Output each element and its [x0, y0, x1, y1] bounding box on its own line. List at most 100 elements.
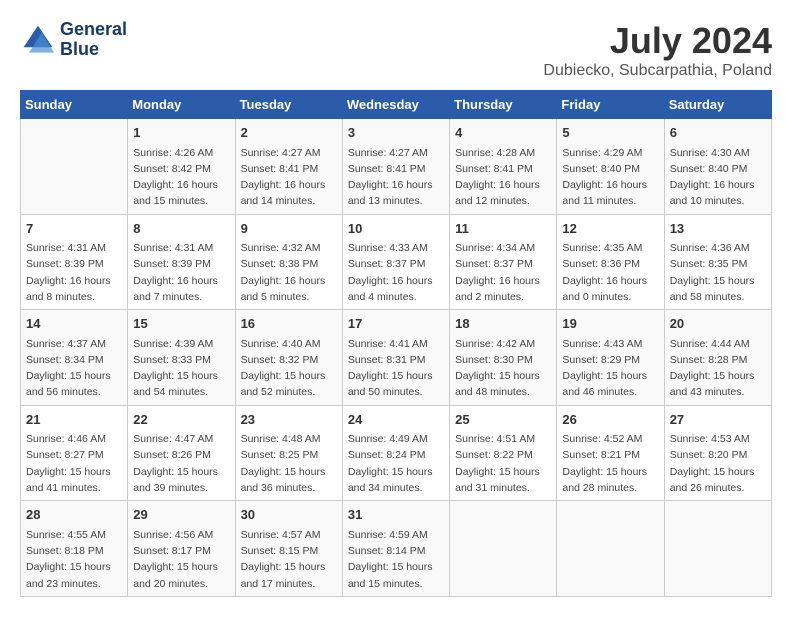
header-day-saturday: Saturday: [664, 91, 771, 119]
day-number: 19: [562, 314, 658, 334]
day-info: Sunrise: 4:34 AM Sunset: 8:37 PM Dayligh…: [455, 240, 551, 305]
calendar-cell: 18Sunrise: 4:42 AM Sunset: 8:30 PM Dayli…: [450, 310, 557, 406]
day-number: 26: [562, 410, 658, 430]
calendar-cell: 21Sunrise: 4:46 AM Sunset: 8:27 PM Dayli…: [21, 405, 128, 501]
calendar-cell: 6Sunrise: 4:30 AM Sunset: 8:40 PM Daylig…: [664, 119, 771, 215]
header-day-monday: Monday: [128, 91, 235, 119]
calendar-body: 1Sunrise: 4:26 AM Sunset: 8:42 PM Daylig…: [21, 119, 772, 597]
week-row-1: 1Sunrise: 4:26 AM Sunset: 8:42 PM Daylig…: [21, 119, 772, 215]
header-day-wednesday: Wednesday: [342, 91, 449, 119]
calendar-cell: 23Sunrise: 4:48 AM Sunset: 8:25 PM Dayli…: [235, 405, 342, 501]
day-info: Sunrise: 4:35 AM Sunset: 8:36 PM Dayligh…: [562, 240, 658, 305]
calendar-cell: 31Sunrise: 4:59 AM Sunset: 8:14 PM Dayli…: [342, 501, 449, 597]
day-number: 29: [133, 505, 229, 525]
day-info: Sunrise: 4:39 AM Sunset: 8:33 PM Dayligh…: [133, 336, 229, 401]
day-number: 30: [241, 505, 337, 525]
day-info: Sunrise: 4:48 AM Sunset: 8:25 PM Dayligh…: [241, 431, 337, 496]
day-number: 5: [562, 123, 658, 143]
day-number: 13: [670, 219, 766, 239]
day-number: 3: [348, 123, 444, 143]
day-info: Sunrise: 4:30 AM Sunset: 8:40 PM Dayligh…: [670, 145, 766, 210]
day-number: 10: [348, 219, 444, 239]
day-number: 17: [348, 314, 444, 334]
day-number: 24: [348, 410, 444, 430]
page-header: General Blue July 2024 Dubiecko, Subcarp…: [20, 20, 772, 80]
calendar-header: SundayMondayTuesdayWednesdayThursdayFrid…: [21, 91, 772, 119]
day-info: Sunrise: 4:52 AM Sunset: 8:21 PM Dayligh…: [562, 431, 658, 496]
week-row-3: 14Sunrise: 4:37 AM Sunset: 8:34 PM Dayli…: [21, 310, 772, 406]
calendar-cell: 8Sunrise: 4:31 AM Sunset: 8:39 PM Daylig…: [128, 214, 235, 310]
day-number: 22: [133, 410, 229, 430]
logo-text: General Blue: [60, 20, 127, 60]
day-number: 31: [348, 505, 444, 525]
day-info: Sunrise: 4:53 AM Sunset: 8:20 PM Dayligh…: [670, 431, 766, 496]
main-title: July 2024: [543, 20, 772, 62]
header-day-sunday: Sunday: [21, 91, 128, 119]
calendar-table: SundayMondayTuesdayWednesdayThursdayFrid…: [20, 90, 772, 597]
calendar-cell: 4Sunrise: 4:28 AM Sunset: 8:41 PM Daylig…: [450, 119, 557, 215]
header-day-thursday: Thursday: [450, 91, 557, 119]
day-info: Sunrise: 4:49 AM Sunset: 8:24 PM Dayligh…: [348, 431, 444, 496]
subtitle: Dubiecko, Subcarpathia, Poland: [543, 62, 772, 80]
day-info: Sunrise: 4:27 AM Sunset: 8:41 PM Dayligh…: [241, 145, 337, 210]
day-number: 28: [26, 505, 122, 525]
day-info: Sunrise: 4:51 AM Sunset: 8:22 PM Dayligh…: [455, 431, 551, 496]
day-number: 15: [133, 314, 229, 334]
header-row: SundayMondayTuesdayWednesdayThursdayFrid…: [21, 91, 772, 119]
week-row-5: 28Sunrise: 4:55 AM Sunset: 8:18 PM Dayli…: [21, 501, 772, 597]
day-info: Sunrise: 4:44 AM Sunset: 8:28 PM Dayligh…: [670, 336, 766, 401]
calendar-cell: 25Sunrise: 4:51 AM Sunset: 8:22 PM Dayli…: [450, 405, 557, 501]
calendar-cell: 19Sunrise: 4:43 AM Sunset: 8:29 PM Dayli…: [557, 310, 664, 406]
day-number: 27: [670, 410, 766, 430]
calendar-cell: 9Sunrise: 4:32 AM Sunset: 8:38 PM Daylig…: [235, 214, 342, 310]
day-number: 25: [455, 410, 551, 430]
calendar-cell: 26Sunrise: 4:52 AM Sunset: 8:21 PM Dayli…: [557, 405, 664, 501]
day-info: Sunrise: 4:43 AM Sunset: 8:29 PM Dayligh…: [562, 336, 658, 401]
day-info: Sunrise: 4:41 AM Sunset: 8:31 PM Dayligh…: [348, 336, 444, 401]
header-day-tuesday: Tuesday: [235, 91, 342, 119]
day-info: Sunrise: 4:28 AM Sunset: 8:41 PM Dayligh…: [455, 145, 551, 210]
day-info: Sunrise: 4:42 AM Sunset: 8:30 PM Dayligh…: [455, 336, 551, 401]
day-info: Sunrise: 4:47 AM Sunset: 8:26 PM Dayligh…: [133, 431, 229, 496]
calendar-cell: 14Sunrise: 4:37 AM Sunset: 8:34 PM Dayli…: [21, 310, 128, 406]
day-number: 4: [455, 123, 551, 143]
day-number: 23: [241, 410, 337, 430]
calendar-cell: 2Sunrise: 4:27 AM Sunset: 8:41 PM Daylig…: [235, 119, 342, 215]
calendar-cell: 16Sunrise: 4:40 AM Sunset: 8:32 PM Dayli…: [235, 310, 342, 406]
calendar-cell: 15Sunrise: 4:39 AM Sunset: 8:33 PM Dayli…: [128, 310, 235, 406]
calendar-cell: 7Sunrise: 4:31 AM Sunset: 8:39 PM Daylig…: [21, 214, 128, 310]
day-number: 2: [241, 123, 337, 143]
day-info: Sunrise: 4:46 AM Sunset: 8:27 PM Dayligh…: [26, 431, 122, 496]
calendar-cell: 5Sunrise: 4:29 AM Sunset: 8:40 PM Daylig…: [557, 119, 664, 215]
calendar-cell: 17Sunrise: 4:41 AM Sunset: 8:31 PM Dayli…: [342, 310, 449, 406]
calendar-cell: 20Sunrise: 4:44 AM Sunset: 8:28 PM Dayli…: [664, 310, 771, 406]
calendar-cell: 11Sunrise: 4:34 AM Sunset: 8:37 PM Dayli…: [450, 214, 557, 310]
day-info: Sunrise: 4:31 AM Sunset: 8:39 PM Dayligh…: [26, 240, 122, 305]
day-info: Sunrise: 4:59 AM Sunset: 8:14 PM Dayligh…: [348, 527, 444, 592]
day-info: Sunrise: 4:56 AM Sunset: 8:17 PM Dayligh…: [133, 527, 229, 592]
day-number: 18: [455, 314, 551, 334]
day-number: 21: [26, 410, 122, 430]
calendar-cell: 3Sunrise: 4:27 AM Sunset: 8:41 PM Daylig…: [342, 119, 449, 215]
day-number: 1: [133, 123, 229, 143]
calendar-cell: 13Sunrise: 4:36 AM Sunset: 8:35 PM Dayli…: [664, 214, 771, 310]
day-info: Sunrise: 4:55 AM Sunset: 8:18 PM Dayligh…: [26, 527, 122, 592]
day-number: 7: [26, 219, 122, 239]
calendar-cell: [450, 501, 557, 597]
day-number: 8: [133, 219, 229, 239]
calendar-cell: 24Sunrise: 4:49 AM Sunset: 8:24 PM Dayli…: [342, 405, 449, 501]
calendar-cell: 10Sunrise: 4:33 AM Sunset: 8:37 PM Dayli…: [342, 214, 449, 310]
day-number: 20: [670, 314, 766, 334]
day-info: Sunrise: 4:31 AM Sunset: 8:39 PM Dayligh…: [133, 240, 229, 305]
logo-line2: Blue: [60, 39, 99, 59]
day-info: Sunrise: 4:40 AM Sunset: 8:32 PM Dayligh…: [241, 336, 337, 401]
day-info: Sunrise: 4:27 AM Sunset: 8:41 PM Dayligh…: [348, 145, 444, 210]
day-number: 6: [670, 123, 766, 143]
day-info: Sunrise: 4:29 AM Sunset: 8:40 PM Dayligh…: [562, 145, 658, 210]
day-info: Sunrise: 4:26 AM Sunset: 8:42 PM Dayligh…: [133, 145, 229, 210]
week-row-4: 21Sunrise: 4:46 AM Sunset: 8:27 PM Dayli…: [21, 405, 772, 501]
week-row-2: 7Sunrise: 4:31 AM Sunset: 8:39 PM Daylig…: [21, 214, 772, 310]
logo-icon: [20, 22, 56, 58]
logo: General Blue: [20, 20, 127, 60]
calendar-cell: 12Sunrise: 4:35 AM Sunset: 8:36 PM Dayli…: [557, 214, 664, 310]
